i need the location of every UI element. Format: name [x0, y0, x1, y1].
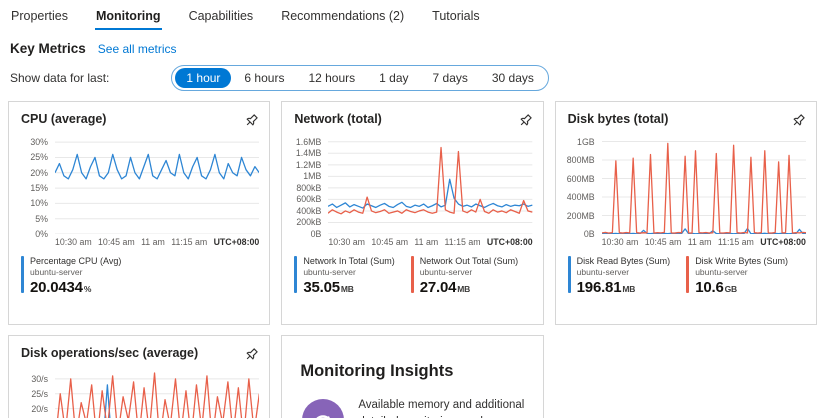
- time-range-12-hours[interactable]: 12 hours: [297, 68, 366, 88]
- insights-gauge-icon: [300, 397, 346, 418]
- tab-recommendations[interactable]: Recommendations (2): [280, 0, 405, 30]
- legend-metric-name: Network Out Total (Sum): [420, 256, 518, 266]
- disk-bytes-card-title: Disk bytes (total): [568, 112, 669, 126]
- pin-icon[interactable]: [244, 113, 259, 128]
- disk-ops-chart-plot[interactable]: [55, 370, 259, 418]
- legend-metric-name: Percentage CPU (Avg): [30, 256, 121, 266]
- legend-metric-name: Network In Total (Sum): [303, 256, 394, 266]
- tab-monitoring[interactable]: Monitoring: [95, 0, 162, 30]
- network-y-axis: 0B200kB400kB600kB800kB1MB1.2MB1.4MB1.6MB: [282, 136, 328, 234]
- cpu-card: CPU (average) 0%5%10%15%20%25%30% 10:30 …: [8, 101, 270, 325]
- disk-bytes-card: Disk bytes (total) 0B200MB400MB600MB800M…: [555, 101, 817, 325]
- legend-metric-name: Disk Write Bytes (Sum): [695, 256, 788, 266]
- key-metrics-title: Key Metrics: [10, 41, 86, 56]
- cpu-legend: Percentage CPU (Avg) ubuntu-server 20.04…: [9, 247, 269, 296]
- tab-properties[interactable]: Properties: [10, 0, 69, 30]
- legend-item: Network In Total (Sum) ubuntu-server 35.…: [294, 256, 394, 296]
- tab-capabilities[interactable]: Capabilities: [188, 0, 255, 30]
- pin-icon[interactable]: [244, 347, 259, 362]
- disk-ops-card: Disk operations/sec (average) 0/s5/s10/s…: [8, 335, 270, 418]
- time-range-row: Show data for last: 1 hour 6 hours 12 ho…: [0, 56, 825, 91]
- cpu-card-title: CPU (average): [21, 112, 106, 126]
- monitoring-insights-card: Monitoring Insights Available memory and…: [281, 335, 543, 418]
- time-range-7-days[interactable]: 7 days: [422, 68, 479, 88]
- time-range-1-hour[interactable]: 1 hour: [175, 68, 231, 88]
- disk-ops-y-axis: 0/s5/s10/s15/s20/s25/s30/s: [9, 370, 55, 418]
- time-range-pill-group: 1 hour 6 hours 12 hours 1 day 7 days 30 …: [171, 65, 549, 91]
- tab-bar: Properties Monitoring Capabilities Recom…: [0, 0, 825, 30]
- disk-bytes-chart-plot[interactable]: [602, 136, 806, 234]
- cpu-y-axis: 0%5%10%15%20%25%30%: [9, 136, 55, 234]
- time-range-label: Show data for last:: [10, 71, 109, 85]
- legend-value: 27.04MB: [420, 279, 518, 296]
- legend-color-bar: [411, 256, 414, 293]
- legend-item: Percentage CPU (Avg) ubuntu-server 20.04…: [21, 256, 121, 296]
- network-card-title: Network (total): [294, 112, 382, 126]
- legend-resource-name: ubuntu-server: [695, 267, 788, 277]
- legend-value: 20.0434%: [30, 279, 121, 296]
- legend-color-bar: [568, 256, 571, 293]
- legend-color-bar: [21, 256, 24, 293]
- disk-bytes-y-axis: 0B200MB400MB600MB800MB1GB: [556, 136, 602, 234]
- legend-item: Disk Write Bytes (Sum) ubuntu-server 10.…: [686, 256, 788, 296]
- pin-icon[interactable]: [791, 113, 806, 128]
- legend-color-bar: [686, 256, 689, 293]
- time-range-30-days[interactable]: 30 days: [481, 68, 545, 88]
- legend-item: Network Out Total (Sum) ubuntu-server 27…: [411, 256, 518, 296]
- time-range-6-hours[interactable]: 6 hours: [233, 68, 295, 88]
- time-range-1-day[interactable]: 1 day: [368, 68, 419, 88]
- network-legend: Network In Total (Sum) ubuntu-server 35.…: [282, 247, 542, 296]
- cpu-chart-plot[interactable]: [55, 136, 259, 234]
- see-all-metrics-link[interactable]: See all metrics: [98, 42, 177, 56]
- disk-ops-card-title: Disk operations/sec (average): [21, 346, 198, 360]
- network-card: Network (total) 0B200kB400kB600kB800kB1M…: [281, 101, 543, 325]
- insights-title: Monitoring Insights: [300, 362, 524, 381]
- tab-tutorials[interactable]: Tutorials: [431, 0, 480, 30]
- pin-icon[interactable]: [518, 113, 533, 128]
- network-x-axis: 10:30 am10:45 am11 am11:15 amUTC+08:00: [328, 237, 532, 247]
- legend-color-bar: [294, 256, 297, 293]
- legend-resource-name: ubuntu-server: [577, 267, 671, 277]
- legend-metric-name: Disk Read Bytes (Sum): [577, 256, 671, 266]
- legend-resource-name: ubuntu-server: [420, 267, 518, 277]
- legend-value: 10.6GB: [695, 279, 788, 296]
- legend-resource-name: ubuntu-server: [30, 267, 121, 277]
- disk-bytes-legend: Disk Read Bytes (Sum) ubuntu-server 196.…: [556, 247, 816, 296]
- legend-value: 35.05MB: [303, 279, 394, 296]
- cpu-x-axis: 10:30 am10:45 am11 am11:15 amUTC+08:00: [55, 237, 259, 247]
- legend-resource-name: ubuntu-server: [303, 267, 394, 277]
- legend-value: 196.81MB: [577, 279, 671, 296]
- network-chart-plot[interactable]: [328, 136, 532, 234]
- key-metrics-header: Key Metrics See all metrics: [0, 30, 825, 56]
- insights-description: Available memory and additional detailed…: [358, 397, 524, 418]
- metric-cards-grid: CPU (average) 0%5%10%15%20%25%30% 10:30 …: [0, 91, 825, 418]
- disk-bytes-x-axis: 10:30 am10:45 am11 am11:15 amUTC+08:00: [602, 237, 806, 247]
- legend-item: Disk Read Bytes (Sum) ubuntu-server 196.…: [568, 256, 671, 296]
